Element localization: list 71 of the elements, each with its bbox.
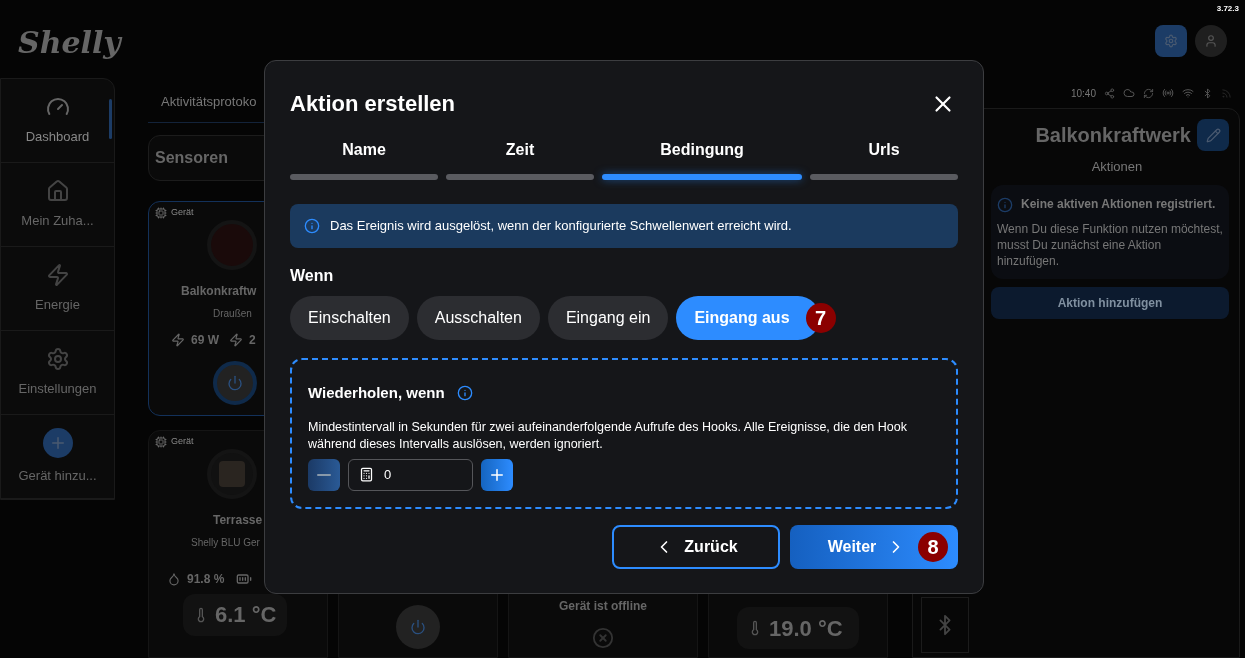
temperature-value: 6.1 °C — [215, 601, 277, 629]
pencil-icon — [1205, 127, 1221, 143]
activity-tab[interactable]: Aktivitätsprotoko — [148, 92, 264, 112]
device-type-label: Gerät — [171, 435, 194, 448]
trigger-option[interactable]: Ausschalten — [416, 296, 540, 340]
signal-icon — [1162, 87, 1174, 99]
interval-field[interactable]: 0 — [348, 458, 473, 491]
info-text: Das Ereignis wird ausgelöst, wenn der konfigurierte Schwellenwert erreicht wird. — [330, 217, 792, 236]
sidebar-item[interactable]: Gerät hinzu... — [1, 415, 114, 499]
device-model: Shelly BLU Ger — [191, 535, 261, 550]
sidebar-item[interactable]: Einstellungen — [1, 331, 114, 415]
info-icon — [997, 196, 1013, 213]
notice-text: Wenn Du diese Funktion nutzen möchtest, musst Du zunächst eine Aktion hinzufügen. — [997, 220, 1223, 269]
device-name: Terrasse — [213, 511, 264, 529]
offline-label: Gerät ist offline — [559, 598, 647, 615]
chip-icon — [155, 206, 167, 219]
notice-title: Keine aktiven Aktionen registriert. — [1021, 195, 1216, 213]
clock-label: 10:40 — [1070, 86, 1096, 101]
user-icon — [1204, 34, 1218, 48]
sync-icon — [1143, 87, 1154, 99]
temperature-value: 19.0 °C — [769, 614, 843, 643]
increment-button[interactable] — [481, 458, 513, 491]
device-type-label: Gerät — [171, 206, 194, 219]
dialog-title: Aktion erstellen — [290, 90, 456, 118]
step-tab[interactable]: Zeit — [446, 138, 595, 180]
trigger-option[interactable]: Eingang ein — [547, 296, 669, 340]
calculator-icon — [359, 467, 374, 482]
chip-icon — [155, 435, 167, 448]
decrement-button[interactable] — [308, 458, 340, 491]
circle-x-icon — [592, 627, 614, 649]
step-tab[interactable]: Urls — [809, 138, 958, 180]
add-action-button[interactable]: Aktion hinzufügen — [991, 286, 1229, 319]
device-reading: 91.8 % — [187, 570, 225, 588]
panel-title: Balkonkraftwerk — [1035, 123, 1191, 148]
user-button[interactable] — [1195, 25, 1227, 57]
next-button[interactable]: Weiter 8 — [790, 525, 958, 569]
lightning-icon — [45, 262, 70, 287]
step-marker: 8 — [918, 532, 948, 562]
cloud-icon — [1123, 87, 1135, 99]
bluetooth-icon — [1202, 87, 1213, 99]
gear-icon — [1164, 34, 1178, 48]
sidebar-item[interactable]: Dashboard — [1, 79, 114, 163]
minus-icon — [317, 473, 331, 476]
power-icon — [410, 619, 426, 635]
step-tab[interactable]: Bedingung — [602, 138, 802, 180]
droplet-icon — [167, 571, 181, 586]
device-image — [207, 448, 257, 499]
home-icon — [45, 178, 70, 203]
power-icon — [227, 374, 243, 391]
back-button[interactable]: Zurück — [612, 525, 780, 569]
power-button[interactable] — [396, 605, 440, 649]
version-label: 3.72.3 — [1216, 3, 1239, 15]
rss-icon — [1221, 87, 1232, 99]
info-icon — [456, 385, 473, 402]
logo: Shelly — [18, 24, 121, 62]
edit-button[interactable] — [1197, 119, 1229, 151]
device-reading: 69 W — [191, 331, 219, 349]
plus-icon — [42, 427, 73, 458]
power-button[interactable] — [213, 360, 257, 405]
share-icon — [1104, 87, 1115, 99]
info-icon — [304, 218, 320, 234]
trigger-option[interactable]: Einschalten — [290, 296, 409, 340]
bluetooth-tile[interactable] — [921, 597, 969, 653]
panel-subtitle: Aktionen — [1091, 158, 1143, 176]
device-reading: 2 — [249, 331, 256, 349]
device-name: Balkonkraftw — [181, 282, 258, 300]
lightning-icon — [171, 332, 185, 347]
lightning-icon — [229, 332, 243, 347]
theme-button[interactable] — [1155, 25, 1187, 57]
settings-icon — [45, 346, 70, 371]
wifi-icon — [1182, 87, 1194, 99]
